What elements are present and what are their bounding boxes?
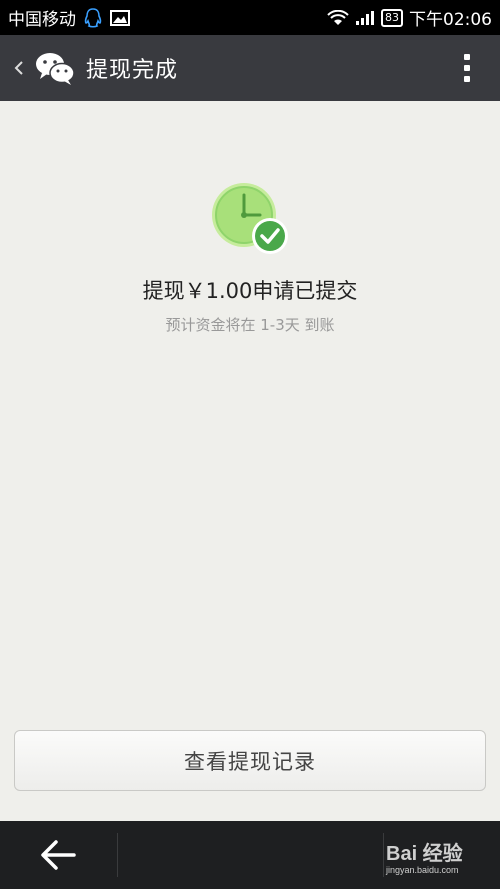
- more-dot-icon: [464, 65, 470, 71]
- more-dot-icon: [464, 54, 470, 60]
- clock-check-icon: [212, 183, 288, 254]
- status-bar: 中国移动 83 下午02:06: [0, 0, 500, 35]
- clock-time: 下午02:06: [409, 10, 492, 30]
- signal-icon: [356, 10, 374, 25]
- watermark-brand: Bai 经验: [386, 843, 463, 865]
- more-menu-button[interactable]: [464, 54, 470, 82]
- more-dot-icon: [464, 76, 470, 82]
- baidu-jingyan-watermark: Bai 经验 jingyan.baidu.com: [386, 843, 496, 876]
- view-withdrawal-records-button[interactable]: 查看提现记录: [14, 730, 486, 791]
- wechat-logo-icon: [36, 53, 75, 85]
- page-title: 提现完成: [86, 58, 179, 83]
- qq-icon: [84, 7, 102, 28]
- bottom-navigation-bar: Bai 经验 jingyan.baidu.com: [0, 821, 500, 889]
- back-button[interactable]: [4, 60, 34, 76]
- watermark-url: jingyan.baidu.com: [386, 865, 459, 875]
- success-illustration: [210, 181, 290, 256]
- carrier-label: 中国移动: [8, 10, 76, 30]
- wifi-icon: [327, 9, 349, 25]
- content-area: 提现￥1.00申请已提交 预计资金将在 1-3天 到账 查看提现记录: [0, 101, 500, 821]
- image-icon: [110, 9, 130, 26]
- system-back-button[interactable]: [38, 837, 78, 873]
- nav-divider: [117, 833, 118, 877]
- arrow-left-icon: [41, 840, 76, 870]
- battery-indicator: 83: [381, 8, 403, 27]
- nav-divider: [383, 833, 384, 877]
- chevron-left-icon: [14, 61, 23, 75]
- withdrawal-submitted-headline: 提现￥1.00申请已提交: [142, 279, 358, 303]
- action-bar: 提现完成: [0, 35, 500, 101]
- arrival-estimate-text: 预计资金将在 1-3天 到账: [165, 316, 335, 334]
